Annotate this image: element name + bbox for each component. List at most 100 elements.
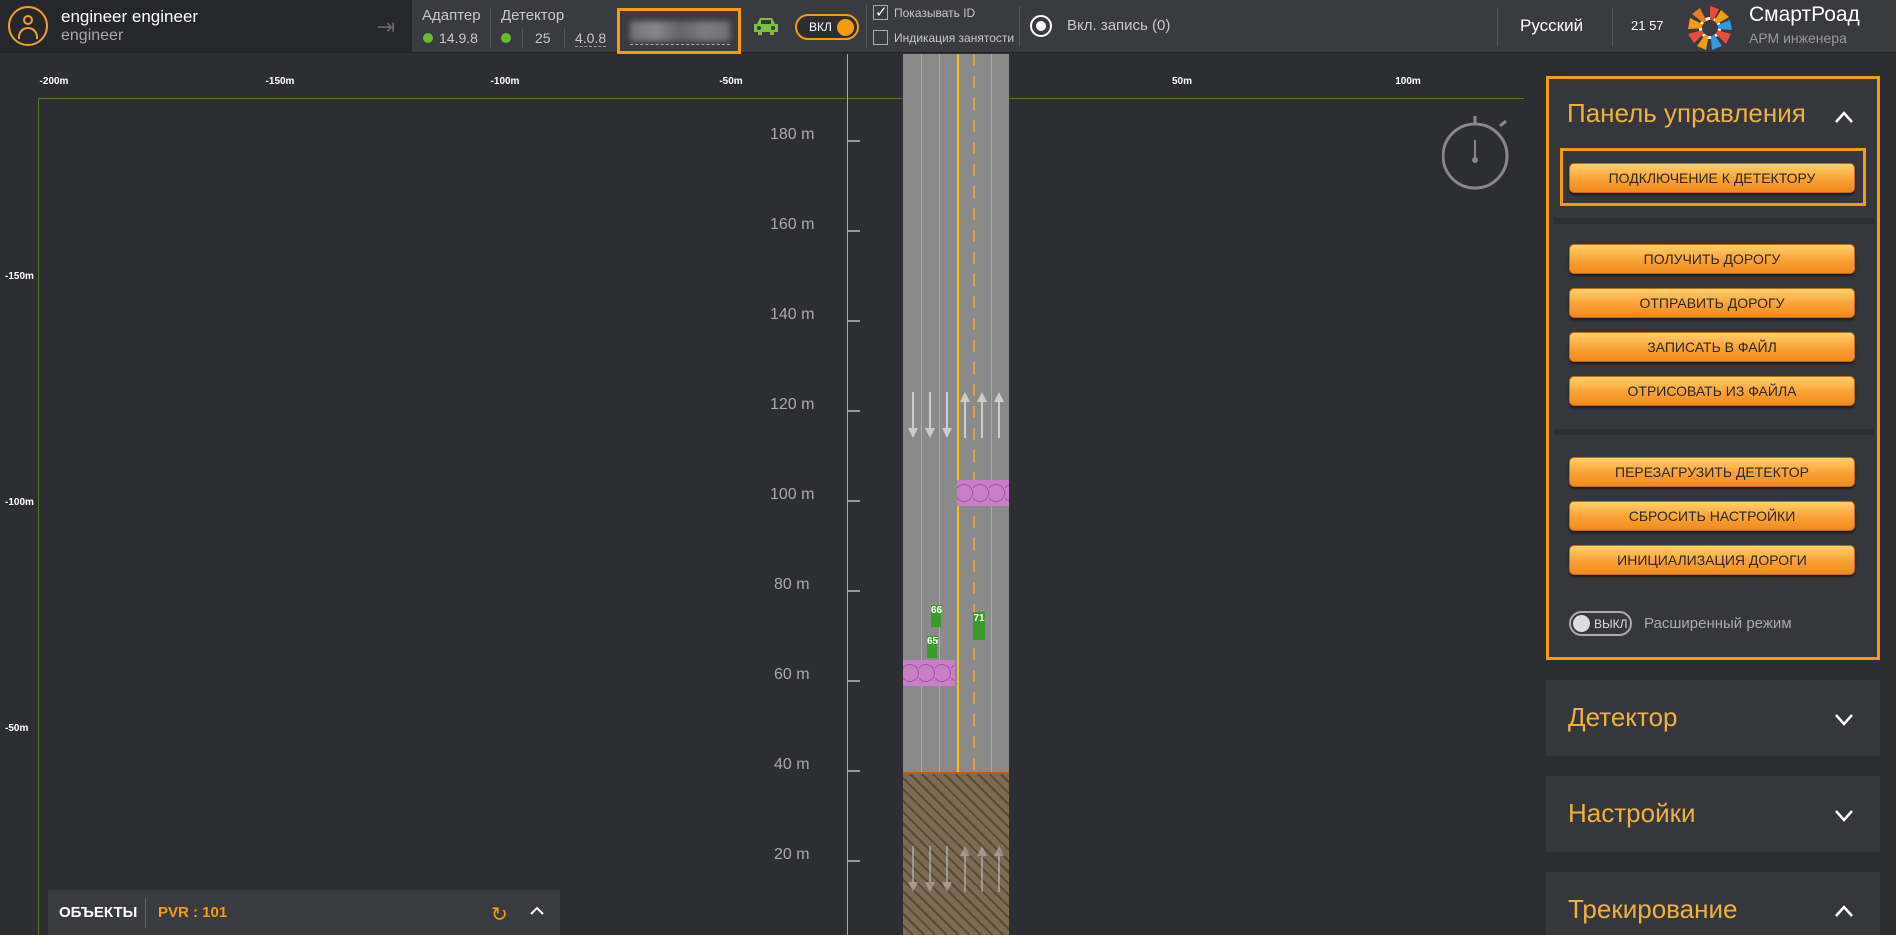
- extended-mode-toggle[interactable]: ВЫКЛ: [1569, 611, 1632, 636]
- road-map[interactable]: -200m -150m -100m -50m 0m 50m 100m -150m…: [0, 54, 1524, 935]
- adapter-status-dot: [423, 33, 433, 43]
- pvr-count: PVR : 101: [158, 904, 228, 921]
- x-tick: 100m: [1395, 76, 1421, 87]
- show-id-label: Показывать ID: [894, 6, 976, 20]
- lane-arrow-up-icon: [977, 392, 987, 438]
- logout-icon[interactable]: ⇥: [373, 14, 399, 40]
- accordion-detector[interactable]: Детектор: [1546, 680, 1880, 756]
- lane-arrow-down-icon: [908, 392, 918, 438]
- divider: [1497, 8, 1498, 46]
- y-tick: -50m: [5, 723, 29, 734]
- occupancy-label: Индикация занятости: [894, 31, 1015, 45]
- detection-marker[interactable]: [957, 480, 1009, 506]
- accordion-tracking[interactable]: Трекирование: [1546, 872, 1880, 935]
- divider: [564, 28, 565, 48]
- x-tick: -150m: [265, 76, 295, 87]
- right-panel: Панель управления ПОДКЛЮЧЕНИЕ К ДЕТЕКТОР…: [1524, 54, 1896, 935]
- lane-arrow-up-icon: [994, 846, 1004, 892]
- distance-label: 40 m: [774, 756, 810, 773]
- distance-label: 160 m: [770, 216, 815, 233]
- distance-label: 80 m: [774, 576, 810, 593]
- stopwatch-icon[interactable]: [1442, 112, 1512, 192]
- lane-arrow-down-icon: [925, 392, 935, 438]
- chevron-down-icon: [1835, 810, 1853, 822]
- distance-label: 60 m: [774, 666, 810, 683]
- save-file-button[interactable]: ЗАПИСАТЬ В ФАЙЛ: [1569, 332, 1855, 362]
- detector-label: Детектор: [501, 7, 565, 24]
- adapter-version: 14.9.8: [439, 30, 478, 46]
- reset-settings-button[interactable]: СБРОСИТЬ НАСТРОЙКИ: [1569, 501, 1855, 531]
- vehicle-marker[interactable]: 65: [927, 636, 938, 658]
- distance-axis: [847, 54, 848, 935]
- detection-marker[interactable]: [903, 660, 955, 686]
- x-tick: -100m: [490, 76, 520, 87]
- get-road-button[interactable]: ПОЛУЧИТЬ ДОРОГУ: [1569, 244, 1855, 274]
- brand-name: СмартРоад: [1749, 3, 1860, 26]
- extended-toggle-label: ВЫКЛ: [1594, 617, 1628, 631]
- distance-label: 20 m: [774, 846, 810, 863]
- accordion-title: Детектор: [1568, 702, 1678, 732]
- x-tick: 50m: [1171, 76, 1193, 87]
- user-role: engineer: [61, 27, 124, 44]
- brand-subtitle: АРМ инженера: [1749, 30, 1847, 46]
- x-tick: -50m: [719, 76, 743, 87]
- road[interactable]: 66 65 71: [903, 54, 1009, 935]
- lane-arrow-down-icon: [942, 392, 952, 438]
- init-road-button[interactable]: ИНИЦИАЛИЗАЦИЯ ДОРОГИ: [1569, 545, 1855, 575]
- refresh-icon[interactable]: ↻: [491, 902, 508, 927]
- objects-title: ОБЪЕКТЫ: [59, 904, 138, 921]
- vehicle-marker[interactable]: 71: [973, 612, 985, 640]
- divider: [522, 28, 523, 48]
- language-selector[interactable]: Русский: [1520, 16, 1583, 36]
- smartroad-logo-icon: [1688, 6, 1732, 50]
- x-tick: -200m: [39, 76, 69, 87]
- accordion-title: Настройки: [1568, 798, 1696, 828]
- detector-status-dot: [501, 33, 511, 43]
- show-id-checkbox[interactable]: [873, 3, 888, 21]
- divider: [866, 4, 867, 48]
- distance-label: 120 m: [770, 396, 815, 413]
- lane-arrow-down-icon: [942, 846, 952, 892]
- lane-arrow-down-icon: [908, 846, 918, 892]
- send-road-button[interactable]: ОТПРАВИТЬ ДОРОГУ: [1569, 288, 1855, 318]
- y-tick: -150m: [5, 271, 34, 282]
- divider: [490, 8, 491, 48]
- grid-line: [38, 98, 39, 935]
- occupancy-checkbox[interactable]: [873, 30, 888, 45]
- lane-arrow-up-icon: [960, 846, 970, 892]
- lane-arrow-up-icon: [977, 846, 987, 892]
- user-block: engineer engineer engineer ⇥: [0, 0, 412, 53]
- top-bar: engineer engineer engineer ⇥ Адаптер 14.…: [0, 0, 1896, 54]
- divider: [1612, 8, 1613, 46]
- chevron-down-icon: [1835, 714, 1853, 726]
- clock: 21 57: [1631, 18, 1664, 33]
- y-tick: -100m: [5, 497, 34, 508]
- accordion-title: Трекирование: [1568, 894, 1738, 924]
- detector-address-field[interactable]: [617, 8, 741, 54]
- reboot-detector-button[interactable]: ПЕРЕЗАГРУЗИТЬ ДЕТЕКТОР: [1569, 457, 1855, 487]
- divider: [1019, 6, 1020, 46]
- control-panel-title[interactable]: Панель управления: [1567, 98, 1806, 129]
- lane-arrow-up-icon: [994, 392, 1004, 438]
- lane-arrow-down-icon: [925, 846, 935, 892]
- chevron-up-icon[interactable]: [530, 904, 544, 918]
- distance-label: 100 m: [770, 486, 815, 503]
- detector-count: 25: [535, 30, 551, 46]
- extended-mode-label: Расширенный режим: [1644, 615, 1792, 632]
- blurred-address: [630, 21, 730, 41]
- car-icon: [754, 18, 778, 35]
- chevron-up-icon[interactable]: [1834, 110, 1854, 124]
- draw-from-file-button[interactable]: ОТРИСОВАТЬ ИЗ ФАЙЛА: [1569, 376, 1855, 406]
- record-label: Вкл. запись (0): [1067, 17, 1171, 34]
- accordion-settings[interactable]: Настройки: [1546, 776, 1880, 852]
- lane-arrow-up-icon: [960, 392, 970, 438]
- vehicle-marker[interactable]: 66: [931, 605, 942, 627]
- user-avatar-icon[interactable]: [8, 6, 48, 46]
- power-toggle[interactable]: ВКЛ: [795, 14, 859, 40]
- chevron-up-icon: [1835, 905, 1853, 917]
- record-icon[interactable]: [1030, 15, 1052, 37]
- objects-panel: ОБЪЕКТЫ PVR : 101 ↻: [48, 890, 560, 935]
- detector-version[interactable]: 4.0.8: [575, 30, 607, 47]
- connect-detector-button[interactable]: ПОДКЛЮЧЕНИЕ К ДЕТЕКТОРУ: [1569, 163, 1855, 193]
- power-toggle-label: ВКЛ: [809, 20, 832, 34]
